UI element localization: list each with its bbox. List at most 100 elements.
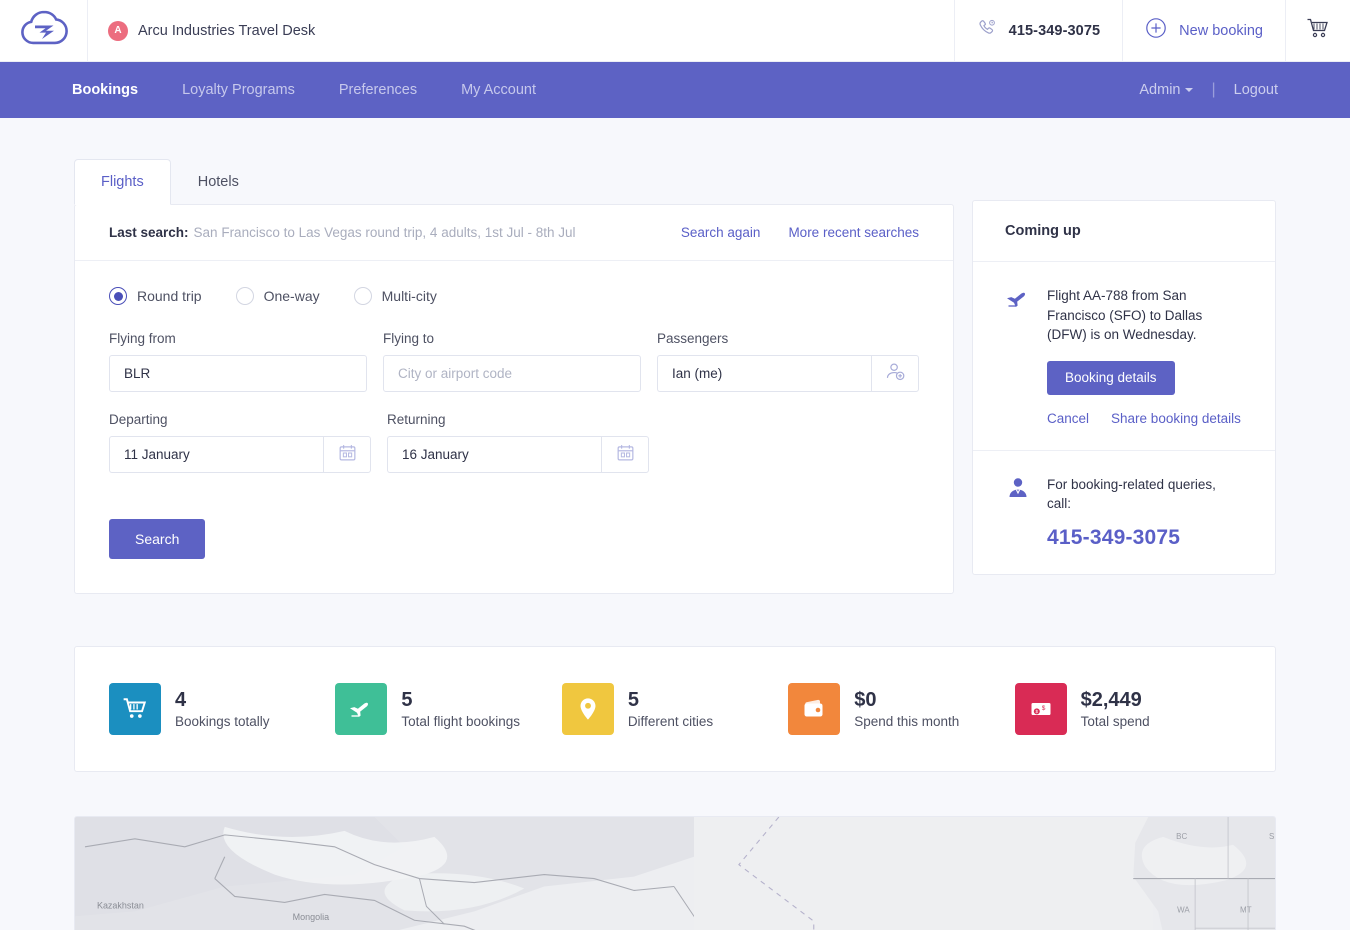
flying-to-input[interactable] (383, 355, 641, 392)
admin-menu[interactable]: Admin (1139, 82, 1193, 98)
support-text: For booking-related queries, call: (1047, 475, 1243, 514)
returning-group: Returning (387, 412, 649, 473)
last-search-label: Last search: (109, 225, 189, 240)
brand-name: Arcu Industries Travel Desk (138, 23, 315, 39)
add-passenger-button[interactable] (871, 355, 919, 392)
cloud-logo-icon (18, 8, 70, 53)
radio-round-trip-label: Round trip (137, 288, 202, 304)
chevron-down-icon (1185, 88, 1193, 92)
svg-text:$: $ (1035, 709, 1038, 714)
stat-different-cities: 5 Different cities (562, 683, 788, 735)
world-map[interactable]: Kazakhstan Mongolia BC SK WA MT OR ID WY (74, 816, 1276, 930)
stat-body: 4 Bookings totally (175, 689, 270, 729)
returning-calendar-button[interactable] (601, 436, 649, 473)
radio-round-trip[interactable]: Round trip (109, 287, 202, 305)
nav-separator: | (1211, 81, 1215, 99)
calendar-icon (616, 443, 635, 467)
logout-button[interactable]: Logout (1234, 82, 1278, 98)
nav-item-bookings[interactable]: Bookings (72, 62, 138, 118)
share-booking-details-link[interactable]: Share booking details (1111, 411, 1241, 426)
cancel-booking-link[interactable]: Cancel (1047, 411, 1089, 426)
departing-input[interactable] (109, 436, 323, 473)
radio-dot-icon (354, 287, 372, 305)
radio-multi-city[interactable]: Multi-city (354, 287, 437, 305)
flight-search-form: Round trip One-way Multi-city (75, 261, 953, 593)
tab-hotels[interactable]: Hotels (171, 159, 266, 205)
last-search-links: Search again More recent searches (681, 225, 919, 240)
page-content: Flights Hotels Last search: San Francisc… (0, 118, 1350, 930)
stats-bar: 4 Bookings totally 5 Total flight bookin… (74, 646, 1276, 772)
svg-text:$: $ (1041, 705, 1045, 712)
map-label-sk: SK (1269, 832, 1275, 841)
stat-value: $2,449 (1081, 689, 1150, 712)
passengers-input[interactable] (657, 355, 871, 392)
top-bar-actions: 415-349-3075 New booking (954, 0, 1350, 62)
flying-to-group: Flying to (383, 331, 641, 392)
stat-body: $0 Spend this month (854, 689, 959, 729)
passengers-input-group (657, 355, 919, 392)
nav-right: Admin | Logout (1139, 81, 1278, 99)
stat-value: 5 (401, 689, 520, 712)
radio-multi-city-label: Multi-city (382, 288, 437, 304)
departing-input-group (109, 436, 371, 473)
nav-item-loyalty-programs[interactable]: Loyalty Programs (182, 62, 295, 118)
support-block: For booking-related queries, call: 415-3… (973, 450, 1275, 574)
passengers-label: Passengers (657, 331, 919, 346)
returning-label: Returning (387, 412, 649, 427)
fields-row-2: Departing (109, 412, 919, 473)
returning-input-group (387, 436, 649, 473)
support-phone-number: 415-349-3075 (1009, 23, 1101, 39)
map-label-bc: BC (1176, 832, 1187, 841)
booking-tabs: Flights Hotels (74, 158, 954, 204)
search-again-link[interactable]: Search again (681, 225, 761, 240)
last-search-text: San Francisco to Las Vegas round trip, 4… (194, 225, 576, 240)
new-booking-label: New booking (1179, 23, 1263, 39)
upcoming-flight-body: Flight AA-788 from San Francisco (SFO) t… (1047, 286, 1243, 426)
flying-from-input[interactable] (109, 355, 367, 392)
support-phone-large[interactable]: 415-349-3075 (1047, 526, 1243, 550)
stat-label: Bookings totally (175, 714, 270, 729)
search-button[interactable]: Search (109, 519, 205, 559)
brand: A Arcu Industries Travel Desk (108, 21, 315, 41)
airplane-icon (1005, 286, 1031, 426)
radio-one-way-label: One-way (264, 288, 320, 304)
map-pin-icon (562, 683, 614, 735)
radio-one-way[interactable]: One-way (236, 287, 320, 305)
new-booking-button[interactable]: New booking (1122, 0, 1285, 62)
stat-label: Spend this month (854, 714, 959, 729)
stat-total-spend: $ $ $2,449 Total spend (1015, 683, 1241, 735)
coming-up-panel: Coming up Flight AA-788 from San Francis… (972, 200, 1276, 575)
money-card-icon: $ $ (1015, 683, 1067, 735)
logo-container[interactable] (0, 0, 88, 62)
calendar-icon (338, 443, 357, 467)
airplane-icon (335, 683, 387, 735)
admin-label: Admin (1139, 82, 1180, 98)
more-recent-searches-link[interactable]: More recent searches (788, 225, 919, 240)
support-call-body: For booking-related queries, call: 415-3… (1047, 475, 1243, 550)
stat-label: Total flight bookings (401, 714, 520, 729)
map-label-mt: MT (1240, 905, 1252, 914)
tab-flights[interactable]: Flights (74, 159, 171, 205)
departing-calendar-button[interactable] (323, 436, 371, 473)
upcoming-flight: Flight AA-788 from San Francisco (SFO) t… (1005, 286, 1243, 426)
map-label-kazakhstan: Kazakhstan (97, 900, 144, 910)
cart-button[interactable] (1285, 0, 1350, 62)
booking-details-button[interactable]: Booking details (1047, 361, 1175, 395)
flying-from-label: Flying from (109, 331, 367, 346)
phone-support-icon (977, 18, 997, 43)
booking-actions: Cancel Share booking details (1047, 411, 1243, 426)
plus-circle-icon (1145, 17, 1167, 44)
support-phone-block[interactable]: 415-349-3075 (954, 0, 1123, 62)
flying-from-group: Flying from (109, 331, 367, 392)
upcoming-flight-text: Flight AA-788 from San Francisco (SFO) t… (1047, 286, 1243, 345)
stat-value: 5 (628, 689, 713, 712)
departing-label: Departing (109, 412, 371, 427)
add-passenger-icon (884, 360, 906, 387)
returning-input[interactable] (387, 436, 601, 473)
flight-search-card: Last search: San Francisco to Las Vegas … (74, 204, 954, 594)
search-column: Flights Hotels Last search: San Francisc… (74, 158, 954, 594)
nav-item-my-account[interactable]: My Account (461, 62, 536, 118)
stat-body: $2,449 Total spend (1081, 689, 1150, 729)
nav-item-preferences[interactable]: Preferences (339, 62, 417, 118)
stat-label: Different cities (628, 714, 713, 729)
